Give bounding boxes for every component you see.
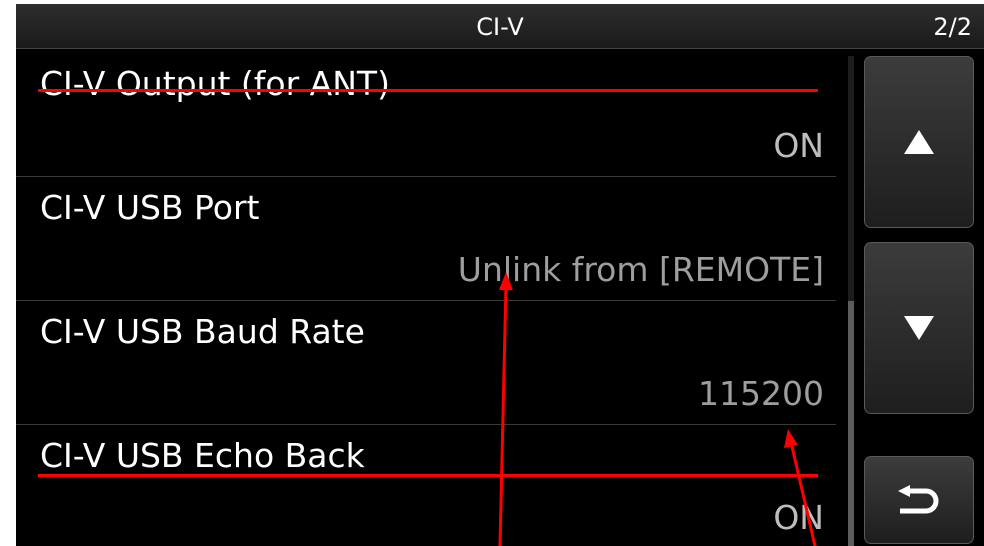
annotation-overlay [498, 272, 817, 546]
arrowhead-icon [784, 429, 798, 448]
arrowhead-icon [499, 272, 513, 290]
arrow-to-baud-rate [789, 441, 817, 546]
arrow-to-usb-port [498, 284, 508, 546]
